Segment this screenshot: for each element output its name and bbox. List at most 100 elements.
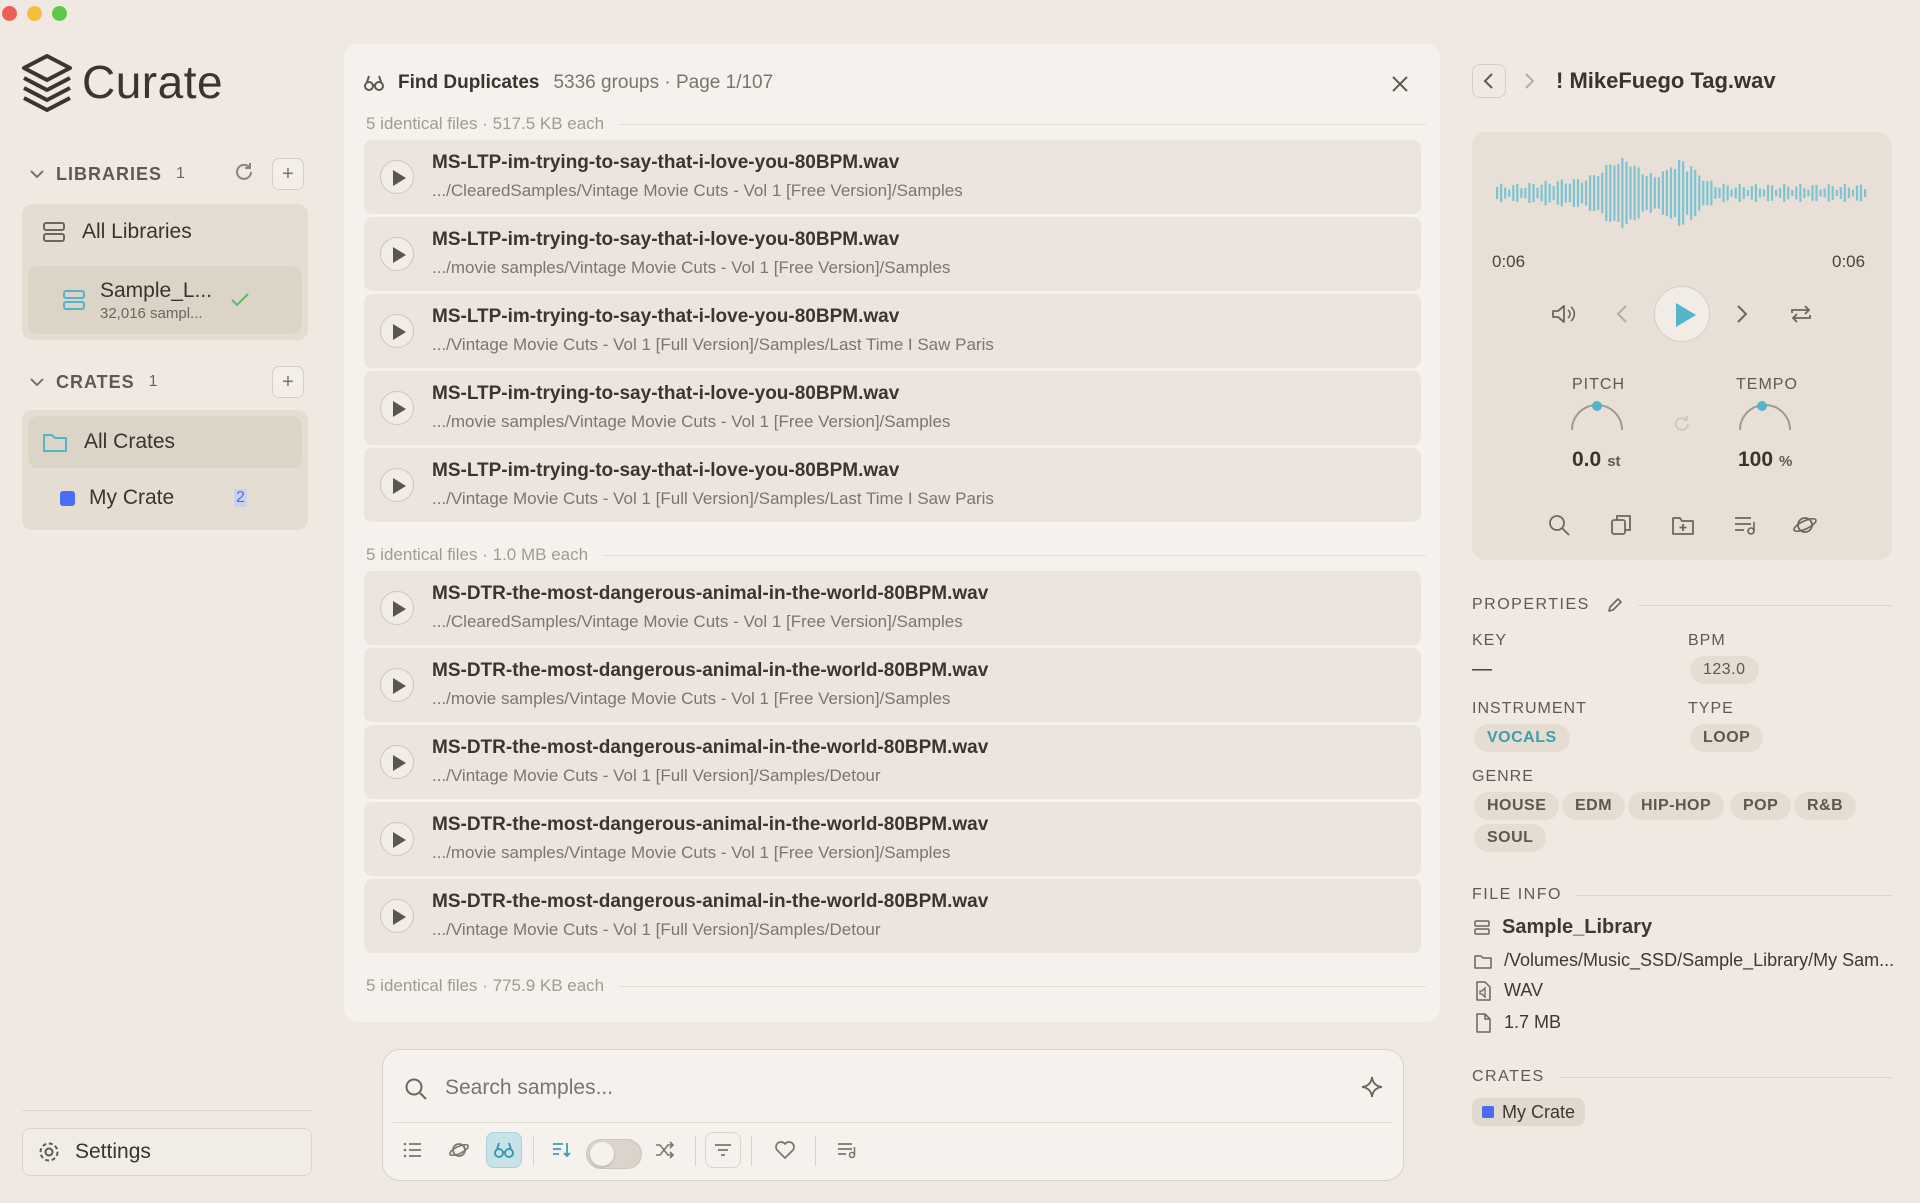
queue-icon[interactable] — [829, 1132, 865, 1168]
add-to-folder-icon[interactable] — [1670, 512, 1696, 543]
waveform-bar — [1669, 167, 1673, 219]
file-path-row[interactable]: /Volumes/Music_SSD/Sample_Library/My Sam… — [1474, 950, 1894, 971]
genre-tag[interactable]: EDM — [1562, 792, 1626, 820]
all-libraries-item[interactable]: All Libraries — [22, 204, 308, 260]
sort-icon[interactable] — [543, 1132, 579, 1168]
instrument-tag[interactable]: VOCALS — [1474, 724, 1570, 752]
file-path: .../ClearedSamples/Vintage Movie Cuts - … — [432, 612, 963, 631]
pitch-knob[interactable] — [1566, 398, 1628, 434]
duplicate-file-row[interactable]: MS-DTR-the-most-dangerous-animal-in-the-… — [364, 879, 1421, 953]
planet-icon[interactable] — [441, 1132, 477, 1168]
play-icon[interactable] — [380, 591, 414, 625]
library-name: Sample_L... — [100, 278, 213, 302]
window-zoom-button[interactable] — [52, 6, 67, 21]
add-to-queue-icon[interactable] — [1732, 512, 1758, 543]
duplicate-file-row[interactable]: MS-DTR-the-most-dangerous-animal-in-the-… — [364, 571, 1421, 645]
waveform-bar — [1766, 184, 1770, 202]
explore-icon[interactable] — [1792, 512, 1818, 543]
filter-icon[interactable] — [705, 1132, 741, 1168]
play-button[interactable] — [1654, 286, 1710, 342]
close-icon[interactable] — [1388, 72, 1414, 98]
duplicate-file-row[interactable]: MS-LTP-im-trying-to-say-that-i-love-you-… — [364, 140, 1421, 214]
find-similar-icon[interactable] — [1546, 512, 1572, 543]
autoplay-toggle[interactable] — [586, 1139, 642, 1169]
search-input[interactable] — [445, 1068, 1325, 1108]
play-icon[interactable] — [380, 314, 414, 348]
search-divider — [393, 1122, 1393, 1123]
settings-button[interactable]: Settings — [22, 1128, 312, 1176]
sparkle-icon[interactable] — [1359, 1074, 1385, 1100]
heart-icon[interactable] — [767, 1132, 803, 1168]
find-duplicates-panel: Find Duplicates 5336 groups · Page 1/107… — [344, 44, 1440, 1022]
genre-tag[interactable]: SOUL — [1474, 824, 1547, 852]
list-view-icon[interactable] — [395, 1132, 431, 1168]
refresh-icon[interactable] — [232, 160, 260, 188]
waveform-bar — [1843, 184, 1846, 202]
file-path: .../Vintage Movie Cuts - Vol 1 [Full Ver… — [432, 766, 881, 785]
nav-forward-button[interactable] — [1512, 64, 1546, 98]
loop-icon[interactable] — [1788, 302, 1814, 331]
bpm-value[interactable]: 123.0 — [1690, 656, 1759, 684]
file-path: .../movie samples/Vintage Movie Cuts - V… — [432, 843, 951, 862]
tempo-knob[interactable] — [1734, 398, 1796, 434]
copy-icon[interactable] — [1608, 512, 1634, 543]
play-icon[interactable] — [380, 822, 414, 856]
duplicate-file-row[interactable]: MS-DTR-the-most-dangerous-animal-in-the-… — [364, 648, 1421, 722]
chevron-down-icon[interactable] — [28, 165, 46, 183]
play-icon[interactable] — [380, 160, 414, 194]
waveform[interactable] — [1496, 156, 1868, 230]
tempo-unit: % — [1779, 453, 1793, 470]
add-library-button[interactable]: + — [272, 158, 304, 190]
crate-item-my-crate[interactable]: My Crate 2 — [22, 472, 308, 524]
duplicate-file-row[interactable]: MS-LTP-im-trying-to-say-that-i-love-you-… — [364, 294, 1421, 368]
binoculars-toggle-icon[interactable] — [486, 1132, 522, 1168]
libraries-section-header[interactable]: LIBRARIES 1 — [28, 158, 308, 190]
genre-tag[interactable]: HIP-HOP — [1628, 792, 1725, 820]
genre-tag[interactable]: R&B — [1794, 792, 1857, 820]
waveform-bar — [1673, 169, 1677, 217]
chevron-down-icon[interactable] — [28, 373, 46, 391]
volume-icon[interactable] — [1550, 302, 1578, 331]
library-item[interactable]: Sample_L... 32,016 sampl... — [28, 266, 302, 334]
genre-tag[interactable]: POP — [1730, 792, 1792, 820]
pitch-unit: st — [1607, 453, 1621, 470]
file-path: /Volumes/Music_SSD/Sample_Library/My Sam… — [1504, 950, 1895, 970]
crate-chip[interactable]: My Crate — [1472, 1098, 1586, 1126]
shuffle-icon[interactable] — [647, 1132, 683, 1168]
libraries-panel: All Libraries Sample_L... 32,016 sampl..… — [22, 204, 308, 340]
duplicate-file-row[interactable]: MS-DTR-the-most-dangerous-animal-in-the-… — [364, 802, 1421, 876]
type-tag[interactable]: LOOP — [1690, 724, 1764, 752]
add-crate-button[interactable]: + — [272, 366, 304, 398]
nav-back-button[interactable] — [1472, 64, 1506, 98]
duplicate-file-row[interactable]: MS-LTP-im-trying-to-say-that-i-love-you-… — [364, 448, 1421, 522]
server-stack-icon — [1474, 919, 1490, 935]
window-minimize-button[interactable] — [27, 6, 42, 21]
server-stack-icon — [43, 222, 65, 242]
play-icon[interactable] — [380, 391, 414, 425]
duplicate-file-row[interactable]: MS-LTP-im-trying-to-say-that-i-love-you-… — [364, 371, 1421, 445]
waveform-bar — [1811, 185, 1814, 201]
reset-icon[interactable] — [1672, 414, 1692, 439]
play-icon[interactable] — [380, 899, 414, 933]
window-close-button[interactable] — [2, 6, 17, 21]
play-icon[interactable] — [380, 745, 414, 779]
file-name: MS-DTR-the-most-dangerous-animal-in-the-… — [432, 737, 989, 758]
duplicate-file-row[interactable]: MS-LTP-im-trying-to-say-that-i-love-you-… — [364, 217, 1421, 291]
waveform-bar — [1738, 184, 1741, 202]
waveform-bar — [1799, 184, 1802, 202]
pencil-icon[interactable] — [1606, 596, 1624, 614]
duplicate-file-row[interactable]: MS-DTR-the-most-dangerous-animal-in-the-… — [364, 725, 1421, 799]
previous-icon[interactable] — [1614, 303, 1630, 330]
checkmark-icon — [231, 293, 249, 307]
waveform-bar — [1855, 185, 1859, 201]
sample-title: ! MikeFuego Tag.wav — [1556, 68, 1776, 93]
waveform-bar — [1580, 182, 1584, 204]
waveform-bar — [1641, 174, 1644, 212]
all-crates-item[interactable]: All Crates — [28, 416, 302, 468]
play-icon[interactable] — [380, 468, 414, 502]
play-icon[interactable] — [380, 237, 414, 271]
next-icon[interactable] — [1734, 303, 1750, 330]
crates-section-header[interactable]: CRATES 1 — [28, 366, 308, 398]
play-icon[interactable] — [380, 668, 414, 702]
genre-tag[interactable]: HOUSE — [1474, 792, 1560, 820]
